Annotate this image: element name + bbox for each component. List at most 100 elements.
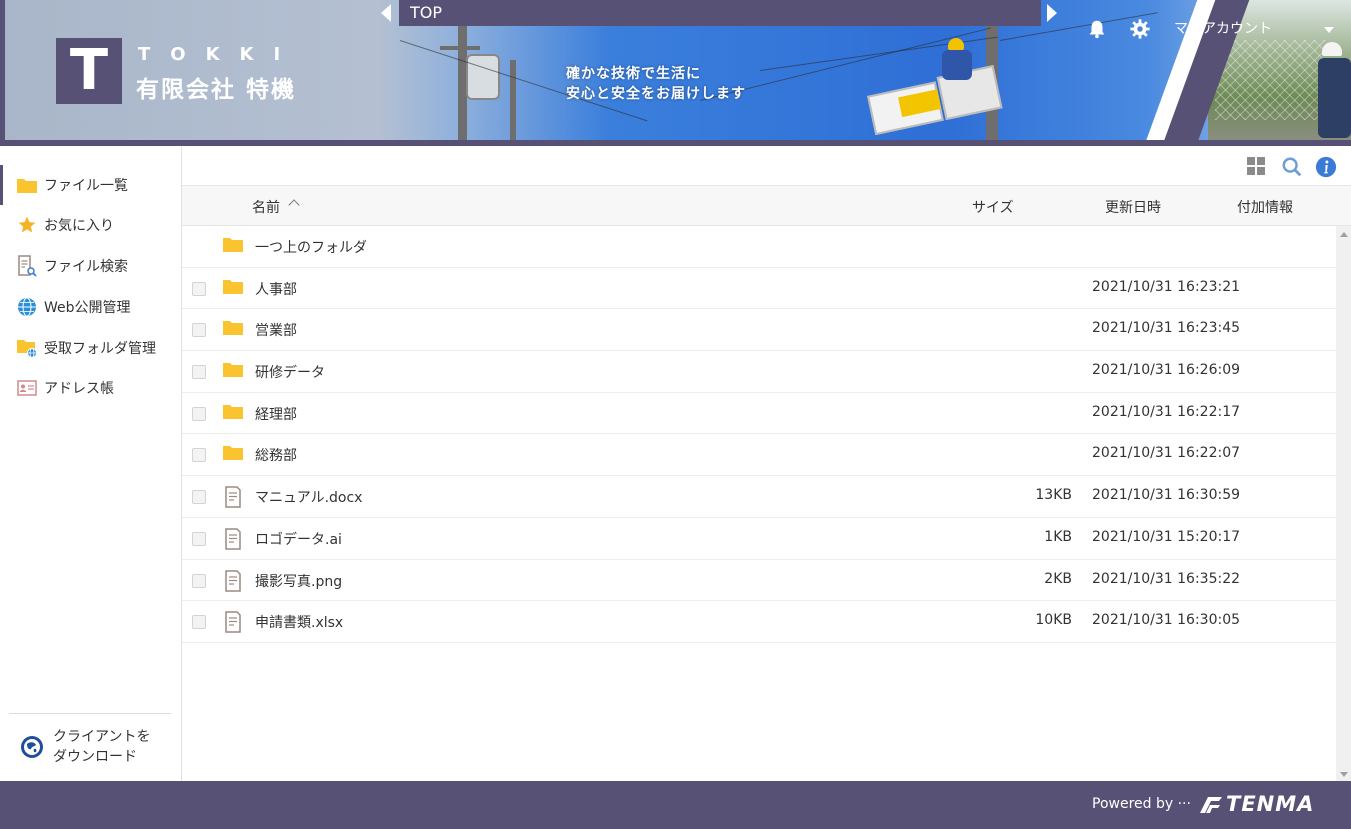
company-logo-jp: 有限会社 特機	[136, 77, 297, 103]
row-checkbox[interactable]	[192, 615, 206, 630]
row-checkbox[interactable]	[192, 490, 206, 505]
vertical-scrollbar[interactable]	[1336, 226, 1351, 781]
my-account-menu[interactable]: マイアカウント	[1174, 18, 1272, 38]
info-icon[interactable]	[1315, 156, 1337, 178]
row-checkbox[interactable]	[192, 573, 206, 588]
folder-icon	[16, 174, 38, 196]
scroll-up-icon[interactable]	[1340, 232, 1348, 237]
nav-next-arrow-icon[interactable]	[1047, 4, 1057, 22]
banner-slogan-line2: 安心と安全をお届けします	[566, 86, 746, 102]
nav-prev-arrow-icon[interactable]	[381, 4, 391, 22]
file-name[interactable]: ロゴデータ.ai	[255, 529, 342, 549]
sidebar-divider	[9, 713, 171, 714]
search-icon[interactable]	[1281, 156, 1303, 178]
file-size: 13KB	[1035, 487, 1072, 504]
file-updated: 2021/10/31 15:20:17	[1092, 528, 1241, 545]
folder-icon	[222, 319, 244, 339]
file-size: 1KB	[1044, 528, 1072, 545]
sidebar: ファイル一覧 お気に入り ファイル検索 Web公開管理 受取フォルダ管理 アドレ…	[0, 146, 182, 781]
file-updated: 2021/10/31 16:23:21	[1092, 278, 1241, 295]
file-name[interactable]: 営業部	[255, 320, 297, 340]
table-row[interactable]: 営業部 2021/10/31 16:23:45	[182, 309, 1336, 352]
file-size: 2KB	[1044, 570, 1072, 587]
sort-ascending-icon[interactable]	[288, 199, 300, 211]
file-updated: 2021/10/31 16:26:09	[1092, 362, 1241, 379]
folder-icon	[222, 444, 244, 464]
breadcrumb-top[interactable]: TOP	[410, 3, 442, 22]
utility-pole-arm	[440, 46, 480, 50]
row-checkbox[interactable]	[192, 406, 206, 421]
sidebar-item-web-publish[interactable]: Web公開管理	[0, 287, 181, 327]
sidebar-item-label: 受取フォルダ管理	[44, 341, 156, 357]
document-icon	[222, 486, 244, 508]
sidebar-item-favorites[interactable]: お気に入り	[0, 205, 181, 245]
row-checkbox[interactable]	[192, 531, 206, 546]
file-search-icon	[16, 255, 38, 277]
table-row[interactable]: 申請書類.xlsx 10KB 2021/10/31 16:30:05	[182, 601, 1336, 643]
worker-illustration-2	[1318, 42, 1351, 138]
file-name[interactable]: 申請書類.xlsx	[255, 612, 343, 632]
file-updated: 2021/10/31 16:22:07	[1092, 445, 1241, 462]
company-logo-mark[interactable]: T	[56, 38, 122, 104]
row-checkbox[interactable]	[192, 281, 206, 296]
file-updated: 2021/10/31 16:30:59	[1092, 487, 1241, 504]
file-name[interactable]: 撮影写真.png	[255, 571, 342, 591]
gear-icon[interactable]	[1129, 18, 1151, 40]
column-header-extra[interactable]: 付加情報	[1237, 197, 1293, 217]
column-header-size[interactable]: サイズ	[972, 197, 1014, 217]
sidebar-item-receive-folder[interactable]: 受取フォルダ管理	[0, 328, 181, 368]
file-name[interactable]: 経理部	[255, 404, 297, 424]
file-name[interactable]: マニュアル.docx	[255, 487, 362, 507]
scroll-down-icon[interactable]	[1340, 772, 1348, 777]
column-header-updated[interactable]: 更新日時	[1105, 197, 1161, 217]
sidebar-item-address-book[interactable]: アドレス帳	[0, 368, 181, 408]
sidebar-item-label: お気に入り	[44, 218, 114, 234]
banner-slogan: 確かな技術で生活に 安心と安全をお届けします	[566, 64, 746, 104]
table-row[interactable]: マニュアル.docx 13KB 2021/10/31 16:30:59	[182, 476, 1336, 518]
table-row[interactable]: 経理部 2021/10/31 16:22:17	[182, 393, 1336, 435]
table-row[interactable]: ロゴデータ.ai 1KB 2021/10/31 15:20:17	[182, 518, 1336, 560]
row-checkbox[interactable]	[192, 365, 206, 380]
worker-illustration	[942, 38, 972, 82]
folder-icon	[222, 236, 244, 256]
tenma-logo-icon	[1200, 797, 1222, 813]
folder-icon	[222, 403, 244, 423]
table-row[interactable]: 人事部 2021/10/31 16:23:21	[182, 268, 1336, 310]
table-row[interactable]: 撮影写真.png 2KB 2021/10/31 16:35:22	[182, 560, 1336, 602]
star-icon	[16, 214, 38, 236]
parent-folder-row[interactable]: 一つ上のフォルダ	[182, 226, 1336, 268]
table-row[interactable]: 総務部 2021/10/31 16:22:07	[182, 434, 1336, 477]
file-name[interactable]: 総務部	[255, 445, 297, 465]
document-icon	[222, 528, 244, 550]
globe-icon	[16, 296, 38, 318]
powered-by-text: Powered by ···	[1092, 796, 1191, 812]
sidebar-item-file-search[interactable]: ファイル検索	[0, 246, 181, 286]
fence-illustration	[1215, 40, 1325, 120]
sidebar-item-file-list[interactable]: ファイル一覧	[0, 165, 181, 205]
header-banner: T TOKKI 有限会社 特機 確かな技術で生活に 安心と安全をお届けします T…	[0, 0, 1351, 146]
file-name[interactable]: 人事部	[255, 279, 297, 299]
row-checkbox[interactable]	[192, 323, 206, 338]
grid-view-icon[interactable]	[1247, 157, 1265, 175]
file-table-body: 一つ上のフォルダ 人事部 2021/10/31 16:23:21 営業部 202…	[182, 226, 1336, 643]
row-checkbox[interactable]	[192, 448, 206, 463]
file-name[interactable]: 研修データ	[255, 362, 325, 382]
parent-folder-link[interactable]: 一つ上のフォルダ	[255, 237, 367, 257]
header-left-bar	[0, 0, 5, 140]
bell-icon[interactable]	[1086, 18, 1108, 40]
document-icon	[222, 611, 244, 633]
chevron-down-icon[interactable]	[1324, 27, 1334, 33]
column-header-name[interactable]: 名前	[252, 197, 280, 217]
breadcrumb[interactable]: TOP	[399, 0, 1041, 26]
sidebar-item-label: ファイル検索	[44, 259, 128, 275]
table-row[interactable]: 研修データ 2021/10/31 16:26:09	[182, 351, 1336, 393]
file-updated: 2021/10/31 16:23:45	[1092, 320, 1241, 337]
sidebar-item-label: Web公開管理	[44, 300, 131, 316]
download-client-button[interactable]: クライアントを ダウンロード	[20, 727, 150, 767]
tenma-brand-logo[interactable]: TENMA	[1226, 792, 1314, 816]
toolbar	[182, 146, 1351, 186]
folder-icon	[222, 278, 244, 298]
sidebar-item-label: ファイル一覧	[44, 178, 128, 194]
folder-globe-icon	[16, 337, 38, 359]
table-header: 名前 サイズ 更新日時 付加情報	[182, 186, 1351, 226]
